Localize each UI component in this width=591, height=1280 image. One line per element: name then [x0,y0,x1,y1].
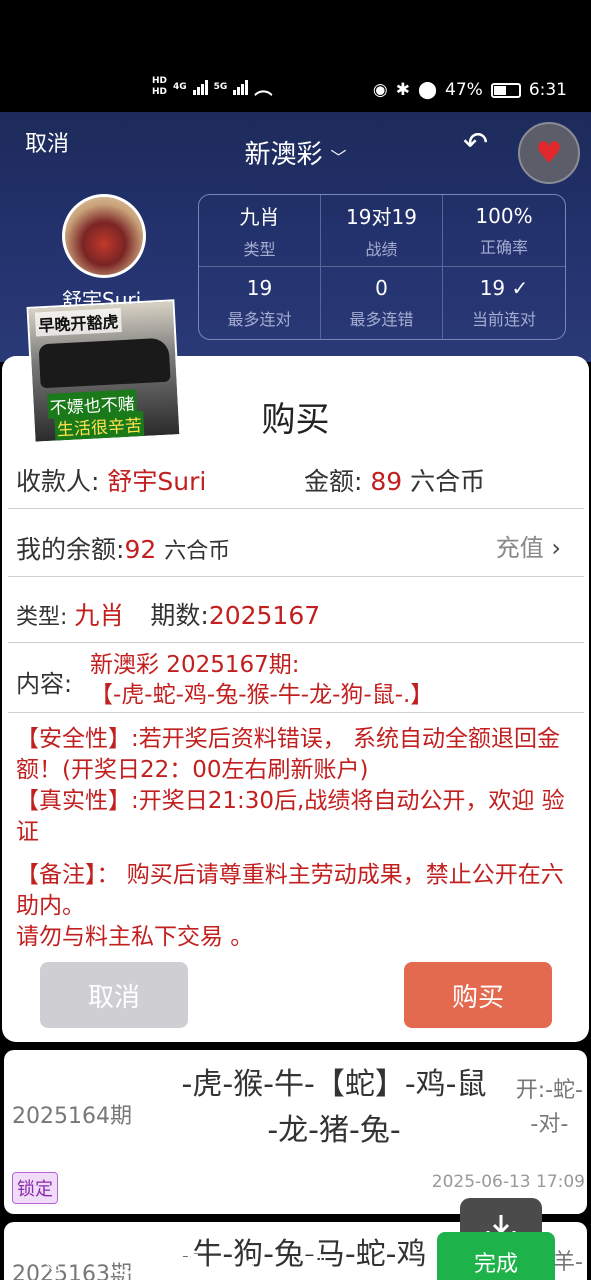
buy-button[interactable]: 购买 [404,962,552,1028]
clock: 6:31 [528,80,567,100]
text-icon[interactable]: T [181,1248,198,1280]
authenticity-notice: 【真实性】:开奖日21:30后,战绩将自动公开，欢迎 验证 [16,788,565,845]
timestamp: 2025-06-13 17:09 [431,1172,585,1192]
divider [8,642,584,643]
battery-percent: 47% [445,80,483,100]
balance-row: 我的余额:92 六合币 [16,535,231,564]
divider [8,576,584,577]
eye-icon: ◉ [372,80,388,100]
type-row: 类型: 九肖 期数:2025167 [16,601,321,630]
page-title[interactable]: 新澳彩 ﹀ [0,134,591,171]
stat-record: 19对19 战绩 [321,195,443,267]
divider [8,712,584,713]
stat-accuracy: 100% 正确率 [443,195,565,267]
safety-notice: 【安全性】:若开奖后资料错误， 系统自动全额退回金额！(开奖日22：00左右刷新… [16,726,561,783]
result: 羊- [553,1250,583,1275]
purchase-dialog: 购买 收款人: 舒宇Suri 金额: 89 六合币 我的余额:92 六合币 充值… [2,356,589,1042]
cancel-button[interactable]: 取消 [40,962,188,1028]
signal-icon [192,79,208,95]
sticker-image: 早晚开豁虎 不嫖也不赌 生活很辛苦 [26,299,182,444]
status-right: ◉ ✱ ⬤ 47% 6:31 [373,80,567,100]
period-label: 2025164期 [12,1104,132,1129]
payee-row: 收款人: 舒宇Suri [16,467,207,496]
edit-toolbar: ✎ ☺ T ⌗ ▦ [40,1248,328,1280]
emoji-icon[interactable]: ☺ [107,1248,136,1280]
heart-icon: ♥ [535,135,563,171]
chevron-right-icon: › [551,534,561,562]
done-button[interactable]: 完成 [437,1232,555,1280]
net-4g-label: 4G [173,82,187,92]
pen-icon[interactable]: ✎ [40,1248,63,1280]
crop-icon[interactable]: ⌗ [242,1248,258,1280]
remark-notice: 【备注】： 购买后请尊重料主劳动成果，禁止公开在六助内。 [16,862,564,919]
stats-panel: 九肖 类型 19对19 战绩 100% 正确率 19 最多连对 0 最多连错 19 ✓ 当前… [198,194,566,340]
amount-row: 金额: 89 六合币 [304,467,486,496]
remark-notice-2: 请勿与料主私下交易 。 [16,924,254,950]
status-bar: HD HD 4G 5G ︵ ◉ ✱ ⬤ 47% 6:31 [0,0,591,112]
amount-value: 89 [370,467,403,496]
payee-name: 舒宇Suri [107,467,207,496]
stat-max-win-streak: 19 最多连对 [199,267,321,339]
type-value: 九肖 [74,601,125,630]
signal-icon-2 [233,79,249,95]
stat-max-lose-streak: 0 最多连错 [321,267,443,339]
bluetooth-icon: ✱ [395,80,410,100]
status-indicators: HD HD 4G 5G ︵ [152,74,272,100]
content-label: 内容: [16,670,73,698]
car-graphic [38,337,171,389]
list-item[interactable]: 2025164期 -虎-猴-牛-【蛇】-鸡-鼠 -龙-猪-兔- 开:-蛇- -对… [4,1050,587,1214]
wifi-icon: ︵ [254,78,273,99]
undo-icon[interactable]: ↶ [463,126,488,161]
avatar[interactable] [62,194,146,278]
net-5g-label: 5G [213,82,228,92]
content-value: 新澳彩 2025167期: 【-虎-蛇-鸡-兔-猴-牛-龙-狗-鼠-.】 [90,652,434,708]
result: 开:-蛇- -对- [515,1078,583,1137]
mosaic-icon[interactable]: ▦ [302,1248,328,1280]
prediction-numbers: -虎-猴-牛-【蛇】-鸡-鼠 -龙-猪-兔- [181,1067,487,1148]
lock-badge: 锁定 [12,1172,58,1204]
battery-icon [490,82,521,98]
chevron-down-icon: ﹀ [330,148,347,167]
divider [8,508,584,509]
stat-current-streak: 19 ✓ 当前连对 [471,276,536,329]
balance-value: 92 [124,535,157,564]
favorite-button[interactable]: ♥ [518,122,580,184]
period-value: 2025167 [208,601,321,630]
hd-indicator: HD HD [152,76,168,97]
location-icon: ⬤ [417,80,438,100]
stat-type: 九肖 类型 [199,195,321,267]
recharge-link[interactable]: 充值 › [496,528,561,563]
